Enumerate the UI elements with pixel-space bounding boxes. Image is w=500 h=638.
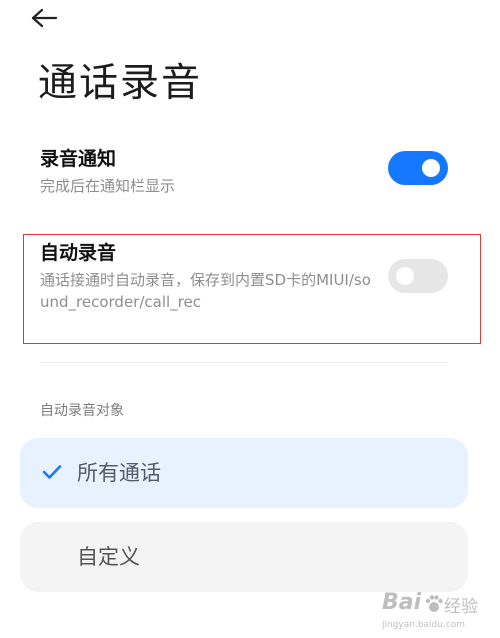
auto-record-toggle[interactable] (388, 259, 448, 293)
watermark-brand-2: 经验 (444, 597, 478, 617)
paw-icon (424, 594, 444, 618)
option-all-calls[interactable]: 所有通话 (20, 438, 468, 508)
record-notification-description: 完成后在通知栏显示 (40, 177, 176, 195)
section-label: 自动录音对象 (40, 403, 124, 419)
toggle-knob (396, 267, 414, 285)
record-notification-title: 录音通知 (40, 148, 117, 170)
record-notification-setting[interactable]: 录音通知 完成后在通知栏显示 (0, 140, 500, 210)
option-all-calls-label: 所有通话 (77, 461, 161, 485)
watermark-logo: Bai 经验 jingyan.baidu.com (380, 586, 496, 636)
back-button[interactable] (30, 2, 70, 34)
arrow-left-icon (30, 8, 58, 28)
auto-record-title: 自动录音 (40, 242, 117, 264)
page-title: 通话录音 (38, 61, 203, 106)
watermark-brand: Bai (382, 590, 422, 615)
divider (40, 362, 448, 363)
option-custom-label: 自定义 (77, 545, 140, 569)
option-custom[interactable]: 自定义 (20, 522, 468, 592)
watermark-url: jingyan.baidu.com (382, 620, 466, 630)
auto-record-description: 通话接通时自动录音，保存到内置SD卡的MIUI/sound_recorder/c… (40, 271, 371, 311)
toggle-knob (422, 159, 440, 177)
record-notification-toggle[interactable] (388, 151, 448, 185)
check-icon (42, 464, 62, 484)
auto-record-setting[interactable]: 自动录音 通话接通时自动录音，保存到内置SD卡的MIUI/sound_recor… (0, 236, 500, 340)
